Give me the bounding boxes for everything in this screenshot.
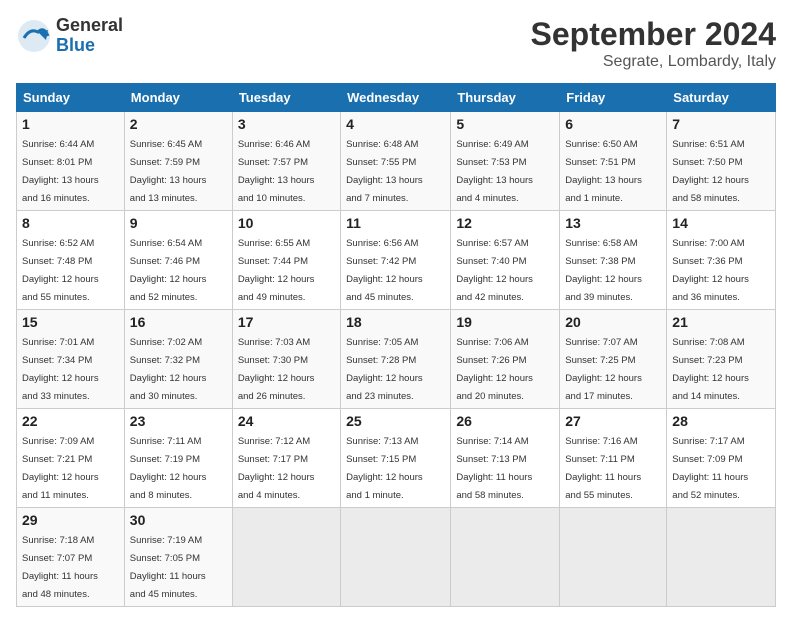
table-row — [232, 508, 340, 607]
col-friday: Friday — [560, 84, 667, 112]
table-row: 27Sunrise: 7:16 AMSunset: 7:11 PMDayligh… — [560, 409, 667, 508]
table-row: 2Sunrise: 6:45 AMSunset: 7:59 PMDaylight… — [124, 112, 232, 211]
table-row: 6Sunrise: 6:50 AMSunset: 7:51 PMDaylight… — [560, 112, 667, 211]
table-row: 29Sunrise: 7:18 AMSunset: 7:07 PMDayligh… — [17, 508, 125, 607]
table-row: 23Sunrise: 7:11 AMSunset: 7:19 PMDayligh… — [124, 409, 232, 508]
table-row: 11Sunrise: 6:56 AMSunset: 7:42 PMDayligh… — [341, 211, 451, 310]
calendar-header: Sunday Monday Tuesday Wednesday Thursday… — [17, 84, 776, 112]
month-title: September 2024 — [531, 16, 776, 53]
table-row: 30Sunrise: 7:19 AMSunset: 7:05 PMDayligh… — [124, 508, 232, 607]
table-row: 28Sunrise: 7:17 AMSunset: 7:09 PMDayligh… — [667, 409, 776, 508]
table-row: 25Sunrise: 7:13 AMSunset: 7:15 PMDayligh… — [341, 409, 451, 508]
col-wednesday: Wednesday — [341, 84, 451, 112]
table-row: 13Sunrise: 6:58 AMSunset: 7:38 PMDayligh… — [560, 211, 667, 310]
table-row: 7Sunrise: 6:51 AMSunset: 7:50 PMDaylight… — [667, 112, 776, 211]
table-row: 14Sunrise: 7:00 AMSunset: 7:36 PMDayligh… — [667, 211, 776, 310]
table-row: 24Sunrise: 7:12 AMSunset: 7:17 PMDayligh… — [232, 409, 340, 508]
table-row: 9Sunrise: 6:54 AMSunset: 7:46 PMDaylight… — [124, 211, 232, 310]
calendar-body: 1Sunrise: 6:44 AMSunset: 8:01 PMDaylight… — [17, 112, 776, 607]
table-row: 22Sunrise: 7:09 AMSunset: 7:21 PMDayligh… — [17, 409, 125, 508]
calendar-table: Sunday Monday Tuesday Wednesday Thursday… — [16, 83, 776, 607]
table-row: 3Sunrise: 6:46 AMSunset: 7:57 PMDaylight… — [232, 112, 340, 211]
page-header: General Blue September 2024 Segrate, Lom… — [16, 16, 776, 71]
table-row: 20Sunrise: 7:07 AMSunset: 7:25 PMDayligh… — [560, 310, 667, 409]
logo-text: General Blue — [56, 16, 123, 56]
table-row: 21Sunrise: 7:08 AMSunset: 7:23 PMDayligh… — [667, 310, 776, 409]
table-row: 12Sunrise: 6:57 AMSunset: 7:40 PMDayligh… — [451, 211, 560, 310]
table-row: 10Sunrise: 6:55 AMSunset: 7:44 PMDayligh… — [232, 211, 340, 310]
location: Segrate, Lombardy, Italy — [531, 53, 776, 71]
table-row: 4Sunrise: 6:48 AMSunset: 7:55 PMDaylight… — [341, 112, 451, 211]
table-row: 15Sunrise: 7:01 AMSunset: 7:34 PMDayligh… — [17, 310, 125, 409]
table-row: 16Sunrise: 7:02 AMSunset: 7:32 PMDayligh… — [124, 310, 232, 409]
table-row: 8Sunrise: 6:52 AMSunset: 7:48 PMDaylight… — [17, 211, 125, 310]
table-row — [451, 508, 560, 607]
table-row: 17Sunrise: 7:03 AMSunset: 7:30 PMDayligh… — [232, 310, 340, 409]
table-row — [667, 508, 776, 607]
table-row: 5Sunrise: 6:49 AMSunset: 7:53 PMDaylight… — [451, 112, 560, 211]
col-sunday: Sunday — [17, 84, 125, 112]
logo-icon — [16, 18, 52, 54]
col-monday: Monday — [124, 84, 232, 112]
logo: General Blue — [16, 16, 123, 56]
table-row: 18Sunrise: 7:05 AMSunset: 7:28 PMDayligh… — [341, 310, 451, 409]
col-thursday: Thursday — [451, 84, 560, 112]
table-row: 19Sunrise: 7:06 AMSunset: 7:26 PMDayligh… — [451, 310, 560, 409]
table-row: 26Sunrise: 7:14 AMSunset: 7:13 PMDayligh… — [451, 409, 560, 508]
title-section: September 2024 Segrate, Lombardy, Italy — [531, 16, 776, 71]
logo-blue: Blue — [56, 36, 123, 56]
table-row — [341, 508, 451, 607]
table-row — [560, 508, 667, 607]
logo-general: General — [56, 16, 123, 36]
table-row: 1Sunrise: 6:44 AMSunset: 8:01 PMDaylight… — [17, 112, 125, 211]
col-saturday: Saturday — [667, 84, 776, 112]
col-tuesday: Tuesday — [232, 84, 340, 112]
